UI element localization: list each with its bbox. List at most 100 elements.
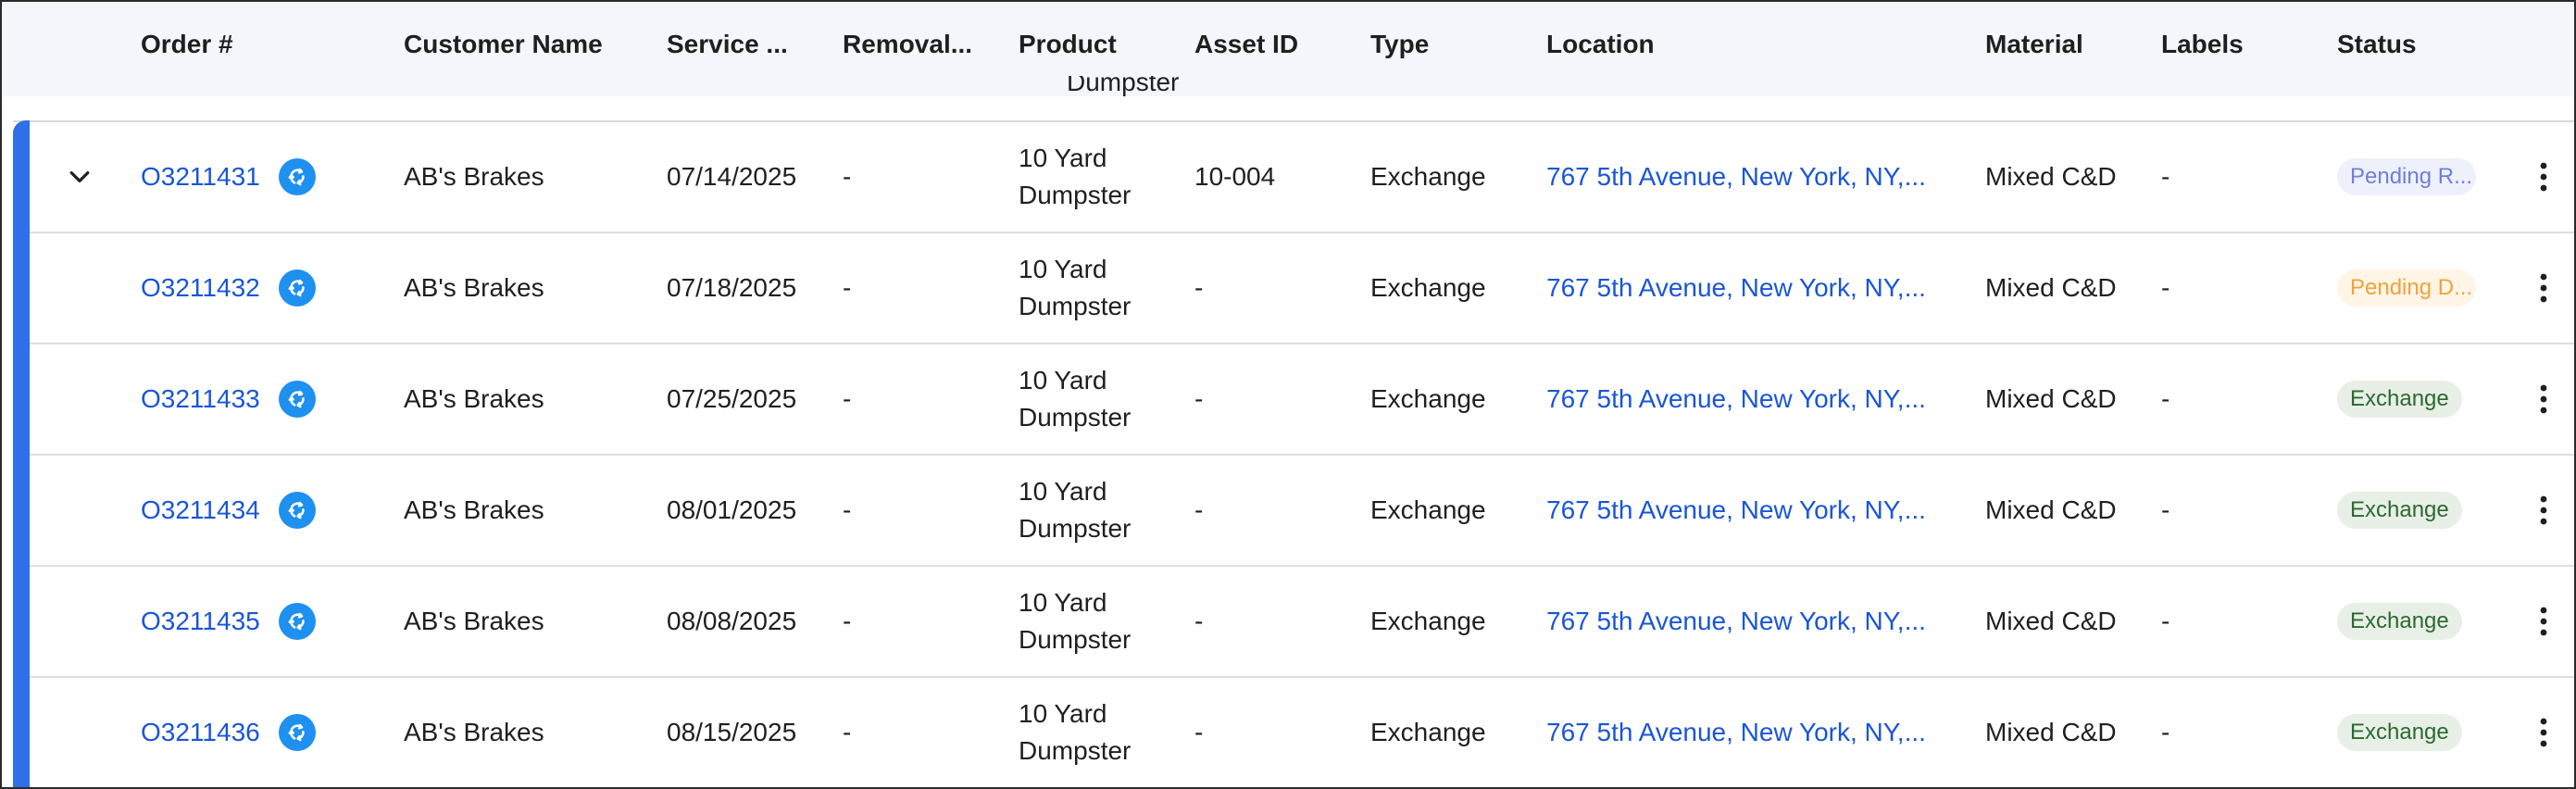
- row-actions-button[interactable]: [2530, 381, 2557, 418]
- material-cell: Mixed C&D: [1985, 384, 2117, 413]
- customer-cell: AB's Brakes: [404, 607, 544, 635]
- recycle-icon: [288, 168, 305, 186]
- service-date-cell: 08/01/2025: [667, 495, 797, 524]
- location-link[interactable]: 767 5th Avenue, New York, NY,...: [1546, 607, 1926, 636]
- product-line1: 10 Yard: [1019, 255, 1107, 283]
- material-cell: Mixed C&D: [1985, 718, 2117, 746]
- removal-date-cell: -: [843, 718, 852, 746]
- row-actions-button[interactable]: [2530, 603, 2557, 640]
- asset-id-cell: -: [1194, 607, 1204, 635]
- more-vertical-icon: [2540, 273, 2547, 303]
- type-cell: Exchange: [1370, 384, 1486, 413]
- recurring-icon[interactable]: [278, 269, 316, 307]
- type-cell: Exchange: [1370, 495, 1486, 524]
- order-link[interactable]: O3211434: [141, 495, 260, 525]
- column-header-labels[interactable]: Labels: [2161, 30, 2244, 59]
- labels-cell: -: [2161, 162, 2170, 191]
- order-link[interactable]: O3211431: [141, 162, 260, 192]
- orders-table: Order # Customer Name Service ... Remova…: [0, 0, 2576, 789]
- recycle-icon: [288, 390, 305, 408]
- table-row[interactable]: O3211435 AB's Brakes 08/08/2025 - 10 Yar: [30, 567, 2574, 678]
- labels-cell: -: [2161, 607, 2170, 635]
- order-cell: O3211436: [141, 714, 316, 751]
- expand-row-button[interactable]: [63, 160, 96, 194]
- type-cell: Exchange: [1370, 718, 1486, 746]
- labels-cell: -: [2161, 273, 2170, 302]
- row-actions-button[interactable]: [2530, 492, 2557, 529]
- asset-id-cell: -: [1194, 495, 1204, 524]
- column-header-customer[interactable]: Customer Name: [404, 30, 603, 59]
- product-line1: 10 Yard: [1019, 144, 1107, 172]
- location-link[interactable]: 767 5th Avenue, New York, NY,...: [1546, 162, 1926, 192]
- location-link[interactable]: 767 5th Avenue, New York, NY,...: [1546, 384, 1926, 414]
- service-date-cell: 07/25/2025: [667, 384, 797, 413]
- product-line2: Dumpster: [1019, 625, 1132, 654]
- customer-cell: AB's Brakes: [404, 718, 544, 746]
- service-date-cell: 07/14/2025: [667, 162, 797, 191]
- column-header-material[interactable]: Material: [1985, 30, 2083, 59]
- recurring-icon[interactable]: [278, 603, 316, 640]
- location-link[interactable]: 767 5th Avenue, New York, NY,...: [1546, 273, 1926, 303]
- product-line1: 10 Yard: [1019, 699, 1107, 728]
- table-row[interactable]: O3211436 AB's Brakes 08/15/2025 - 10 Yar: [30, 678, 2574, 787]
- location-link[interactable]: 767 5th Avenue, New York, NY,...: [1546, 495, 1926, 525]
- customer-cell: AB's Brakes: [404, 162, 544, 191]
- status-badge: Pending R...: [2337, 158, 2476, 195]
- product-line1: 10 Yard: [1019, 588, 1107, 617]
- table-row[interactable]: O3211432 AB's Brakes 07/18/2025 - 10 Yar: [30, 233, 2574, 344]
- recycle-icon: [288, 612, 305, 631]
- order-cell: O3211435: [141, 603, 316, 640]
- more-vertical-icon: [2540, 607, 2547, 636]
- row-actions-button[interactable]: [2530, 158, 2557, 195]
- column-header-service[interactable]: Service ...: [667, 30, 788, 59]
- product-cell: 10 Yard Dumpster: [1019, 140, 1131, 214]
- column-header-type[interactable]: Type: [1370, 30, 1429, 59]
- recycle-icon: [288, 501, 305, 520]
- status-badge: Exchange: [2337, 492, 2462, 529]
- column-header-status[interactable]: Status: [2337, 30, 2417, 59]
- order-cell: O3211433: [141, 381, 316, 418]
- labels-cell: -: [2161, 718, 2170, 746]
- status-badge: Exchange: [2337, 381, 2462, 418]
- product-line2: Dumpster: [1019, 514, 1132, 543]
- order-link[interactable]: O3211435: [141, 607, 260, 636]
- asset-id-cell: 10-004: [1194, 162, 1276, 191]
- row-actions-button[interactable]: [2530, 714, 2557, 751]
- column-header-asset[interactable]: Asset ID: [1194, 30, 1298, 59]
- product-line2: Dumpster: [1019, 736, 1132, 765]
- removal-date-cell: -: [843, 162, 852, 191]
- group-accent-bar: [13, 120, 30, 787]
- product-line2: Dumpster: [1019, 403, 1132, 432]
- recurring-icon[interactable]: [278, 714, 316, 751]
- removal-date-cell: -: [843, 607, 852, 635]
- removal-date-cell: -: [843, 273, 852, 302]
- row-actions-button[interactable]: [2530, 269, 2557, 307]
- chevron-down-icon: [69, 171, 90, 182]
- recurring-icon[interactable]: [278, 381, 316, 418]
- asset-id-cell: -: [1194, 273, 1204, 302]
- recurring-icon[interactable]: [278, 492, 316, 529]
- table-row[interactable]: O3211434 AB's Brakes 08/01/2025 - 10 Yar: [30, 456, 2574, 567]
- column-header-location[interactable]: Location: [1546, 30, 1655, 59]
- product-line1: 10 Yard: [1019, 366, 1107, 394]
- order-link[interactable]: O3211432: [141, 273, 260, 303]
- labels-cell: -: [2161, 495, 2170, 524]
- product-cell: 10 Yard Dumpster: [1019, 473, 1131, 547]
- table-row[interactable]: O3211431 AB's Brakes 07/14/2025 - 10 Yar: [30, 122, 2574, 233]
- order-link[interactable]: O3211436: [141, 718, 260, 747]
- column-header-order[interactable]: Order #: [141, 30, 233, 59]
- service-date-cell: 08/15/2025: [667, 718, 797, 746]
- product-cell: 10 Yard Dumpster: [1019, 362, 1131, 436]
- more-vertical-icon: [2540, 162, 2547, 192]
- material-cell: Mixed C&D: [1985, 607, 2117, 635]
- order-cell: O3211431: [141, 158, 316, 195]
- order-link[interactable]: O3211433: [141, 384, 260, 414]
- recurring-icon[interactable]: [278, 158, 316, 195]
- column-header-product[interactable]: Product: [1019, 30, 1117, 59]
- more-vertical-icon: [2540, 384, 2547, 414]
- table-row[interactable]: O3211433 AB's Brakes 07/25/2025 - 10 Yar: [30, 344, 2574, 456]
- location-link[interactable]: 767 5th Avenue, New York, NY,...: [1546, 718, 1926, 747]
- material-cell: Mixed C&D: [1985, 495, 2117, 524]
- column-header-removal[interactable]: Removal...: [843, 30, 972, 59]
- previous-row-fragment: Dumpster: [1067, 76, 1180, 96]
